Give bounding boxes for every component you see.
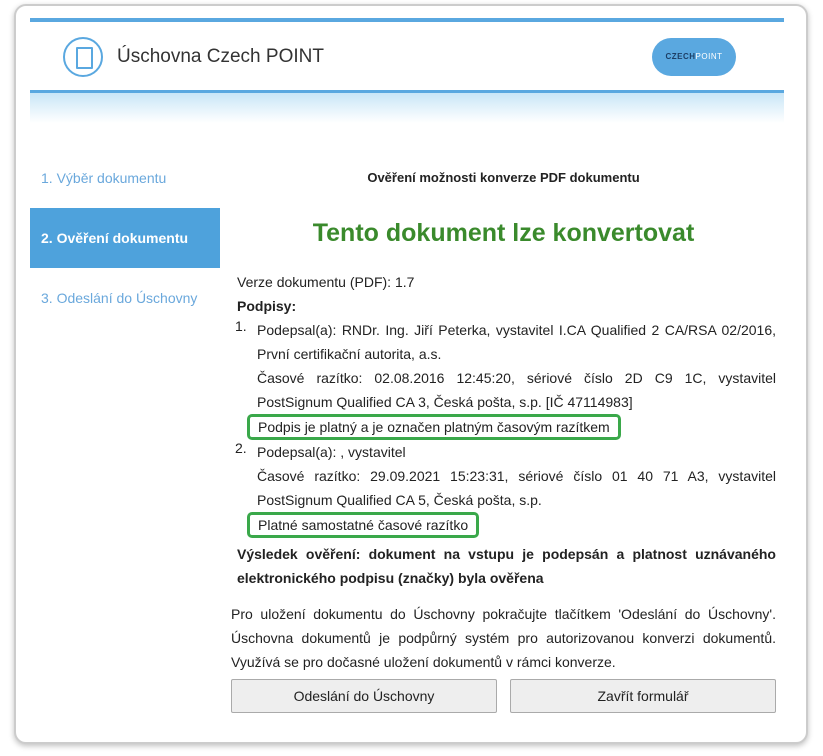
header-gradient	[30, 93, 784, 123]
czechpoint-logo: CZECHPOINT	[652, 38, 736, 76]
status-badge: Podpis je platný a je označen platným ča…	[247, 414, 621, 440]
signer: Podepsal(a): RNDr. Ing. Jiří Peterka, vy…	[257, 322, 776, 362]
pdf-version: Verze dokumentu (PDF): 1.7	[237, 274, 415, 290]
main-content: Ověření možnosti konverze PDF dokumentu …	[231, 160, 776, 674]
header: Úschovna Czech POINT CZECHPOINT	[30, 22, 784, 93]
verification-result: Výsledek ověření: dokument na vstupu je …	[237, 546, 776, 586]
signature-item: 2. Podepsal(a): , vystavitel Časové razí…	[235, 440, 776, 538]
nav-step-2[interactable]: 2. Ověření dokumentu	[30, 208, 220, 268]
signature-item: 1. Podepsal(a): RNDr. Ing. Jiří Peterka,…	[235, 318, 776, 440]
timestamp: Časové razítko: 02.08.2016 12:45:20, sér…	[257, 370, 776, 410]
page-heading: Ověření možnosti konverze PDF dokumentu	[367, 170, 640, 185]
nav-step-3[interactable]: 3. Odeslání do Úschovny	[30, 268, 220, 328]
signer: Podepsal(a): , vystavitel	[257, 444, 406, 460]
close-form-button[interactable]: Zavřít formulář	[510, 679, 776, 713]
status-badge: Platné samostatné časové razítko	[247, 512, 480, 538]
signatures-label: Podpisy:	[237, 298, 297, 314]
send-to-storage-button[interactable]: Odeslání do Úschovny	[231, 679, 497, 713]
nav-step-1[interactable]: 1. Výběr dokumentu	[30, 148, 220, 208]
info-text: Pro uložení dokumentu do Úschovny pokrač…	[231, 606, 776, 670]
document-icon	[63, 37, 103, 77]
app-title: Úschovna Czech POINT	[117, 46, 324, 67]
result-title: Tento dokument lze konvertovat	[312, 219, 695, 247]
timestamp: Časové razítko: 29.09.2021 15:23:31, sér…	[257, 468, 776, 508]
